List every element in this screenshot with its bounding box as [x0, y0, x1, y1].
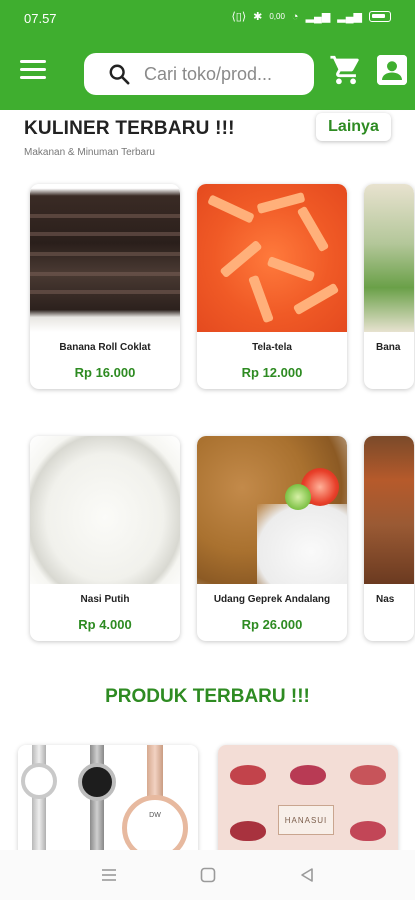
- product-image: HANASUI: [218, 745, 398, 855]
- product-price: Rp 4.000: [78, 617, 132, 632]
- wifi-icon: ◔: [291, 10, 299, 23]
- search-icon: [109, 64, 130, 85]
- brand-logo: HANASUI: [278, 805, 334, 835]
- bluetooth-icon: ✱: [253, 11, 263, 23]
- watch-brand-logo: DW: [149, 812, 161, 819]
- product-image: [364, 184, 414, 332]
- product-card[interactable]: HANASUI: [218, 745, 398, 855]
- product-card[interactable]: Tela-tela Rp 12.000: [197, 184, 347, 389]
- vibrate-icon: ⟨▯⟩: [231, 11, 247, 23]
- product-card[interactable]: DW: [18, 745, 198, 855]
- signal-icon: ▂▄▆: [305, 11, 331, 23]
- cart-icon[interactable]: [329, 53, 363, 87]
- recent-apps-icon[interactable]: [100, 866, 118, 889]
- product-card[interactable]: Banana Roll Coklat Rp 16.000: [30, 184, 180, 389]
- section-title-kuliner: KULINER TERBARU !!!: [24, 118, 235, 139]
- home-icon[interactable]: [199, 866, 217, 889]
- product-name: Tela-tela: [252, 342, 292, 353]
- status-icons: ⟨▯⟩ ✱ 0,00 ◔ ▂▄▆ ▂▄▆: [231, 10, 391, 23]
- search-input[interactable]: [144, 63, 304, 85]
- product-name: Bana: [376, 342, 401, 353]
- product-price: Rp 12.000: [241, 365, 303, 380]
- product-price: Rp 26.000: [241, 617, 303, 632]
- app-header: 07.57 ⟨▯⟩ ✱ 0,00 ◔ ▂▄▆ ▂▄▆: [0, 0, 415, 110]
- product-image: [364, 436, 414, 584]
- signal-icon-2: ▂▄▆: [337, 11, 362, 23]
- section-title-produk: PRODUK TERBARU !!!: [105, 686, 310, 707]
- system-nav-bar: [0, 850, 415, 900]
- product-image: [197, 436, 347, 584]
- product-name: Nas: [376, 594, 395, 605]
- product-image: [30, 436, 180, 584]
- product-image: [197, 184, 347, 332]
- battery-icon: [369, 11, 391, 22]
- status-time: 07.57: [24, 11, 57, 26]
- product-name: Banana Roll Coklat: [59, 342, 151, 353]
- product-image: [30, 184, 180, 332]
- search-bar[interactable]: [84, 53, 314, 95]
- product-card[interactable]: Bana: [364, 184, 414, 389]
- account-icon[interactable]: [377, 55, 407, 85]
- app-screen: 07.57 ⟨▯⟩ ✱ 0,00 ◔ ▂▄▆ ▂▄▆ Cari toko/pro…: [0, 0, 415, 900]
- product-name: Nasi Putih: [80, 594, 130, 605]
- see-more-button[interactable]: Lainya: [316, 113, 391, 141]
- product-image: DW: [18, 745, 198, 855]
- back-icon[interactable]: [298, 866, 316, 889]
- status-bar: 07.57 ⟨▯⟩ ✱ 0,00 ◔ ▂▄▆ ▂▄▆: [0, 0, 415, 36]
- product-price: Rp 16.000: [74, 365, 136, 380]
- section-subtitle-kuliner: Makanan & Minuman Terbaru: [24, 147, 155, 158]
- product-card[interactable]: Nasi Putih Rp 4.000: [30, 436, 180, 641]
- product-name: Udang Geprek Andalang: [213, 594, 331, 605]
- product-card[interactable]: Nas: [364, 436, 414, 641]
- product-card[interactable]: Udang Geprek Andalang Rp 26.000: [197, 436, 347, 641]
- hamburger-menu-icon[interactable]: [20, 60, 46, 82]
- net-speed: 0,00: [269, 12, 285, 21]
